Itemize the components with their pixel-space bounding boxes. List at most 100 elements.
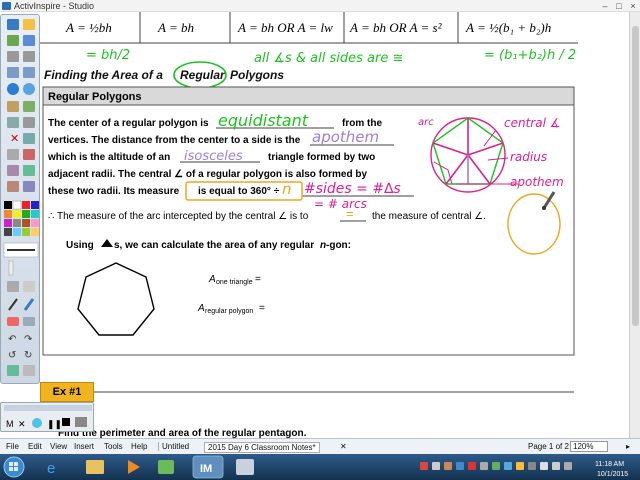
tab-classroom-notes[interactable]: 2015 Day 6 Classroom Notes* [204, 442, 320, 453]
pointer-icon [7, 281, 19, 292]
ink-label-central-angle: central ∡ [504, 116, 560, 130]
toolbox-icons[interactable]: ✕ [7, 19, 35, 192]
menu-bar: File Edit View Insert Tools Help Untitle… [0, 438, 640, 454]
new-flipchart-icon[interactable] [7, 35, 19, 46]
delete-icon[interactable]: ✕ [10, 133, 19, 145]
tray-icon-3 [444, 462, 452, 470]
flipchart-page[interactable]: A = ½bh A = bh A = bh OR A = lw A = bh O… [38, 12, 600, 440]
svg-text:IM: IM [200, 463, 212, 475]
reset-icon[interactable] [7, 117, 19, 128]
area-one-A: A [208, 274, 216, 285]
maximize-button[interactable]: □ [612, 0, 626, 12]
desktop-tools-icon[interactable] [23, 83, 35, 95]
ink-isosceles: isosceles [184, 149, 243, 164]
using-text-d: -gon: [326, 240, 351, 251]
close-tab-icon[interactable]: ✕ [340, 442, 347, 451]
folder-icon[interactable] [23, 19, 35, 30]
eraser-icon[interactable] [7, 165, 19, 176]
highlighter-icon[interactable] [23, 149, 35, 160]
select-tool-icon[interactable] [7, 149, 19, 160]
pen-tool-icon[interactable] [23, 133, 35, 144]
menu-help[interactable]: Help [131, 442, 147, 451]
page-indicator: Page 1 of 2 [528, 442, 569, 451]
pen-icon [8, 298, 18, 311]
page-previous-icon[interactable] [7, 67, 19, 78]
notes-app-icon[interactable] [236, 459, 254, 475]
clock-date[interactable]: 10/1/2015 [597, 471, 628, 478]
undo-small-icon: ↺ [8, 350, 16, 361]
window-title: ActivInspire - Studio [14, 1, 95, 11]
page-next-icon[interactable] [23, 67, 35, 78]
para-line-4: adjacent radii. The central ∠ of a regul… [48, 169, 367, 180]
tray-icon-1 [420, 462, 428, 470]
zoom-select[interactable]: 120% [570, 441, 609, 452]
activinspire-app-icon [2, 2, 11, 10]
para-line-2: vertices. The distance from the center t… [48, 135, 301, 146]
scrollbar-thumb[interactable] [632, 26, 639, 326]
shape-tool-icon[interactable] [23, 165, 35, 176]
arc-statement-a: ∴ The measure of the arc intercepted by … [48, 211, 309, 222]
tray-icon-6 [480, 462, 488, 470]
minimize-button[interactable]: – [598, 0, 612, 12]
stop-icon[interactable] [62, 418, 70, 426]
file-explorer-icon[interactable] [86, 460, 104, 474]
page-heading-part2: Polygons [230, 68, 284, 82]
marquee-icon [23, 281, 35, 292]
para-line-5b: is equal to 360° ÷ [198, 186, 280, 197]
back-icon[interactable] [7, 51, 19, 62]
floating-mini-toolbar: M ✕ ❚❚ [0, 402, 94, 432]
close-window-button[interactable]: × [626, 0, 640, 12]
system-tray[interactable] [420, 462, 572, 470]
ink-label-apothem: apothem [510, 175, 564, 189]
close-mini-icon[interactable]: ✕ [18, 419, 26, 429]
text-tool-icon[interactable] [23, 181, 35, 192]
tray-icon-5 [468, 462, 476, 470]
undo-icon[interactable] [7, 101, 19, 112]
fill-tool-icon[interactable] [7, 181, 19, 192]
area-poly-subscript: regular polygon [205, 308, 253, 315]
media-player-icon[interactable] [128, 460, 140, 474]
network-icon [564, 462, 572, 470]
ink-apothem: apothem [312, 128, 379, 146]
spreadsheet-icon[interactable] [158, 460, 174, 474]
ink-n: n [282, 180, 292, 198]
minimize-mode-icon[interactable]: M [6, 419, 14, 429]
menu-file[interactable]: File [6, 442, 19, 451]
vertical-scrollbar[interactable] [629, 12, 640, 440]
para-line-1a: The center of a regular polygon is [48, 118, 209, 129]
menu-edit[interactable]: Edit [28, 442, 42, 451]
fill-bucket-icon [7, 365, 19, 376]
ink-label-radius: radius [510, 150, 547, 164]
tab-untitled[interactable]: Untitled [158, 442, 192, 451]
clock-time[interactable]: 11:18 AM [595, 461, 624, 468]
highlighter-tool-icon [23, 298, 35, 311]
clear-icon[interactable] [23, 117, 35, 128]
camera-icon[interactable] [75, 417, 87, 427]
pause-icon[interactable]: ❚❚ [47, 419, 62, 430]
tray-icon-7 [492, 462, 500, 470]
desktop-annotate-icon[interactable] [7, 83, 19, 95]
para-line-5a: these two radii. Its measure [48, 186, 180, 197]
formula-square: A = bh OR A = s² [349, 20, 443, 35]
internet-explorer-icon[interactable]: e [47, 460, 55, 477]
tray-icon-8 [504, 462, 512, 470]
menu-insert[interactable]: Insert [74, 442, 94, 451]
redo-icon[interactable] [23, 101, 35, 112]
menu-view[interactable]: View [50, 442, 67, 451]
color-palette[interactable] [4, 200, 39, 236]
record-icon[interactable] [32, 418, 42, 428]
arc-statement-b: the measure of central ∠. [372, 211, 486, 222]
ink-sides-triangles: #sides = #∆s [304, 181, 401, 197]
forward-icon[interactable] [23, 51, 35, 62]
area-poly-equals: = [259, 303, 265, 314]
browser-icon[interactable] [7, 19, 19, 30]
page-heading-regular: Regular [180, 68, 226, 82]
menu-tools[interactable]: Tools [104, 442, 123, 451]
magic-ink-icon [23, 317, 35, 326]
pen-width-slider[interactable] [3, 242, 39, 276]
save-icon[interactable] [23, 35, 35, 46]
tool-icons-lower[interactable]: ↶ ↷ ↺ ↻ [7, 281, 35, 376]
window-titlebar: ActivInspire - Studio – □ × [0, 0, 640, 12]
formula-parallelogram: A = bh [157, 20, 194, 35]
expand-icon[interactable]: ▸ [626, 442, 630, 451]
